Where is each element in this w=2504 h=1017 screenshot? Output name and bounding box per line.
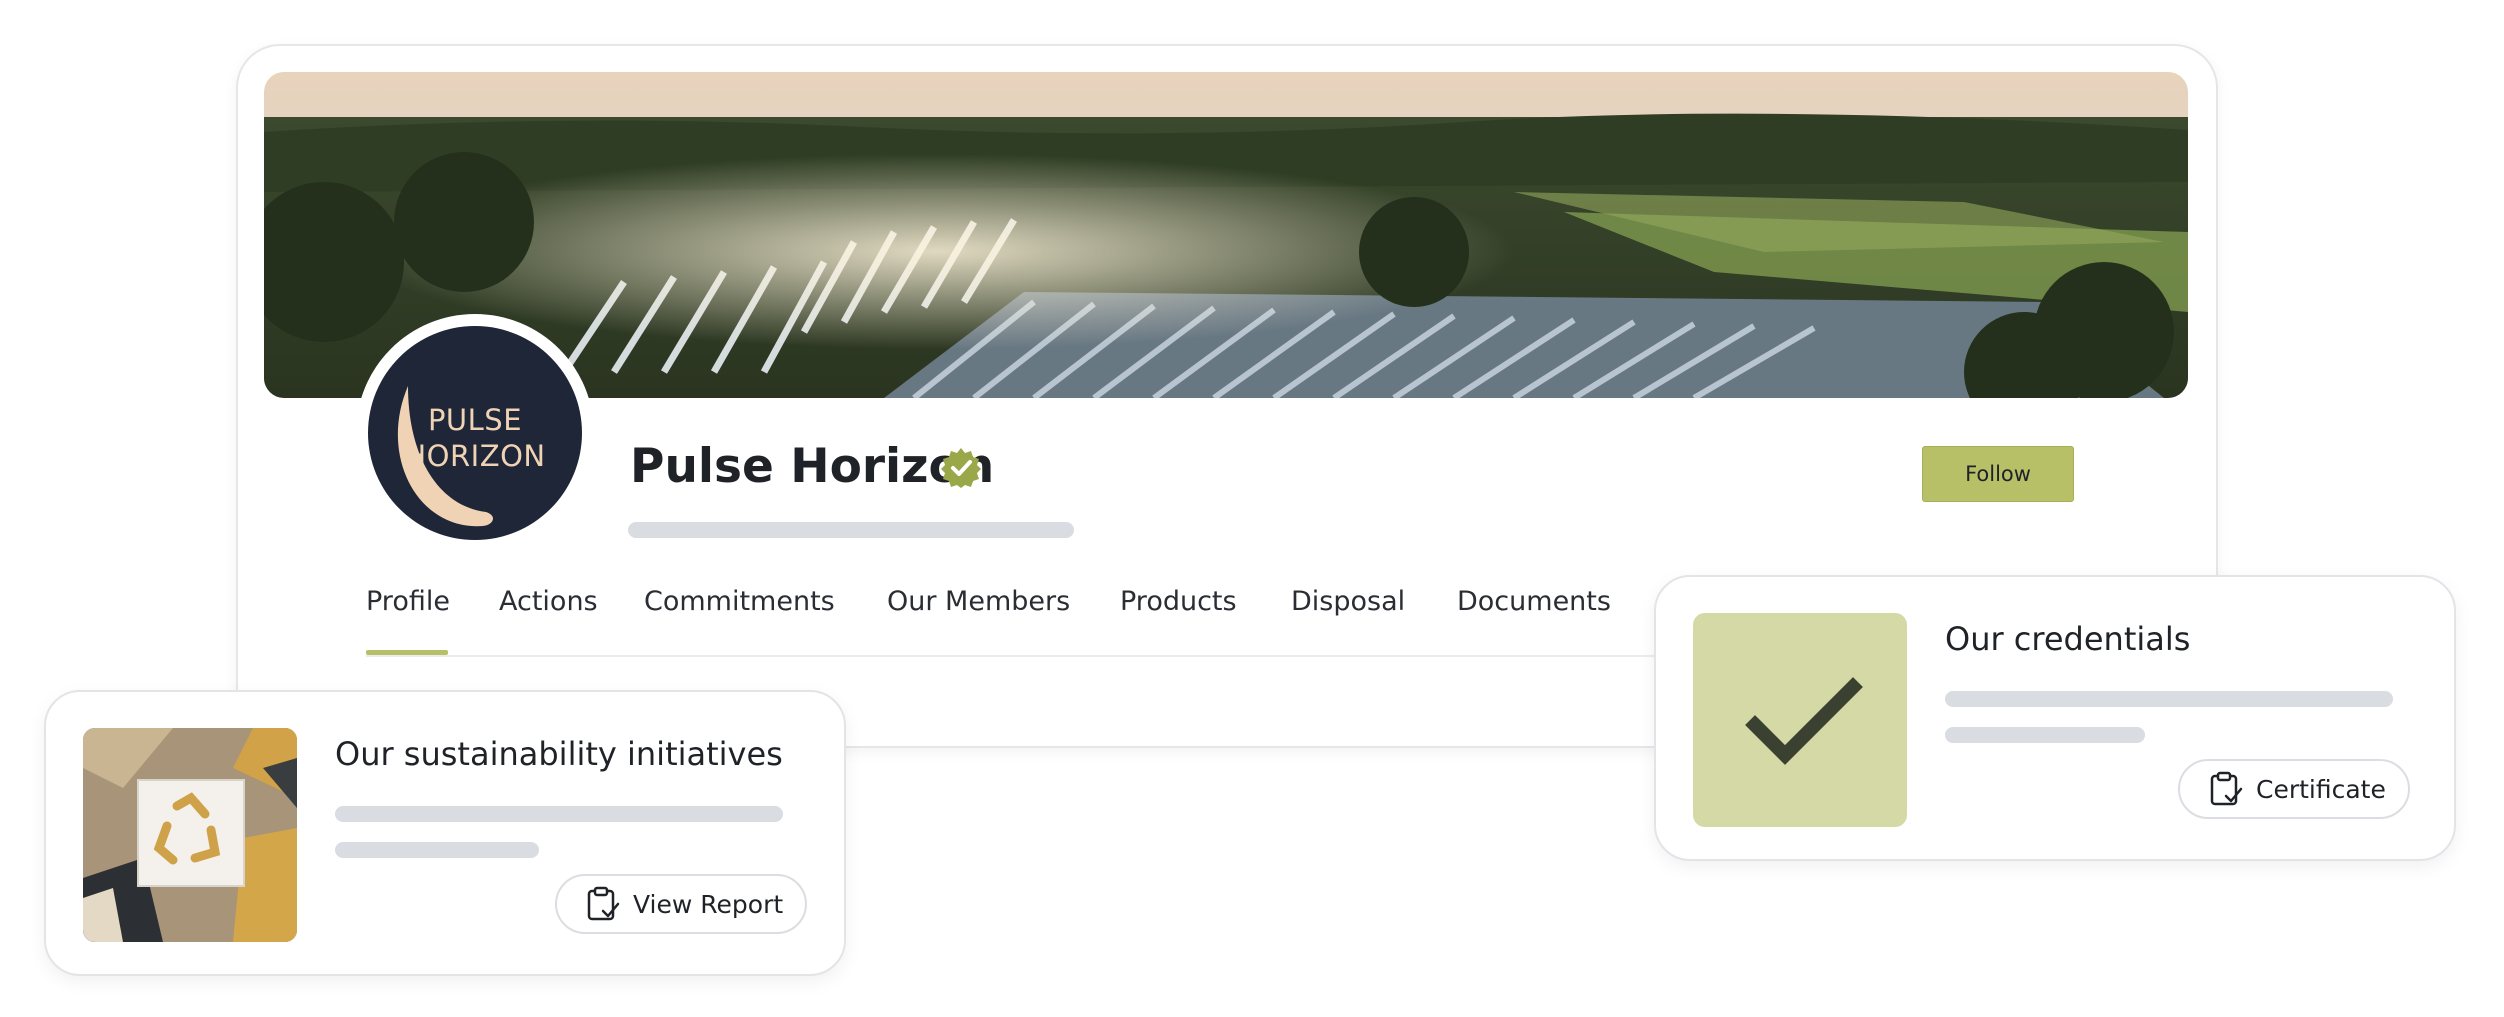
verified-badge-icon <box>941 448 981 488</box>
credentials-tile <box>1693 613 1907 827</box>
text-placeholder-line <box>1945 691 2393 707</box>
checkmark-icon <box>1745 677 1863 765</box>
active-tab-indicator <box>366 650 448 655</box>
text-placeholder-line <box>1945 727 2145 743</box>
text-placeholder-line <box>335 842 539 858</box>
clipboard-check-icon <box>2210 771 2243 806</box>
follow-button[interactable]: Follow <box>1922 446 2074 502</box>
sustainability-card: Our sustainability initiatives View Repo… <box>44 690 846 976</box>
credentials-card: Our credentials Certificate <box>1654 575 2456 861</box>
text-placeholder-line <box>335 806 783 822</box>
company-logo[interactable]: PULSE HORIZON <box>368 326 582 540</box>
view-report-label: View Report <box>633 889 784 919</box>
clipboard-check-icon <box>587 886 620 921</box>
sustainability-thumbnail <box>83 728 297 942</box>
tab-actions[interactable]: Actions <box>499 582 598 622</box>
logo-line-1: PULSE <box>427 403 523 437</box>
tab-our-members[interactable]: Our Members <box>887 582 1070 622</box>
certificate-label: Certificate <box>2256 774 2386 804</box>
tabs-divider <box>366 655 1666 657</box>
tab-documents[interactable]: Documents <box>1457 582 1611 622</box>
tab-products[interactable]: Products <box>1120 582 1237 622</box>
certificate-button[interactable]: Certificate <box>2178 759 2410 819</box>
tab-disposal[interactable]: Disposal <box>1291 582 1405 622</box>
credentials-title: Our credentials <box>1945 620 2191 658</box>
view-report-button[interactable]: View Report <box>555 874 808 934</box>
recycle-box-image <box>83 728 297 942</box>
logo-line-2: HORIZON <box>404 439 546 473</box>
sustainability-title: Our sustainability initiatives <box>335 735 783 773</box>
tab-commitments[interactable]: Commitments <box>644 582 835 622</box>
tab-profile[interactable]: Profile <box>366 582 450 622</box>
tagline-placeholder <box>628 522 1074 538</box>
